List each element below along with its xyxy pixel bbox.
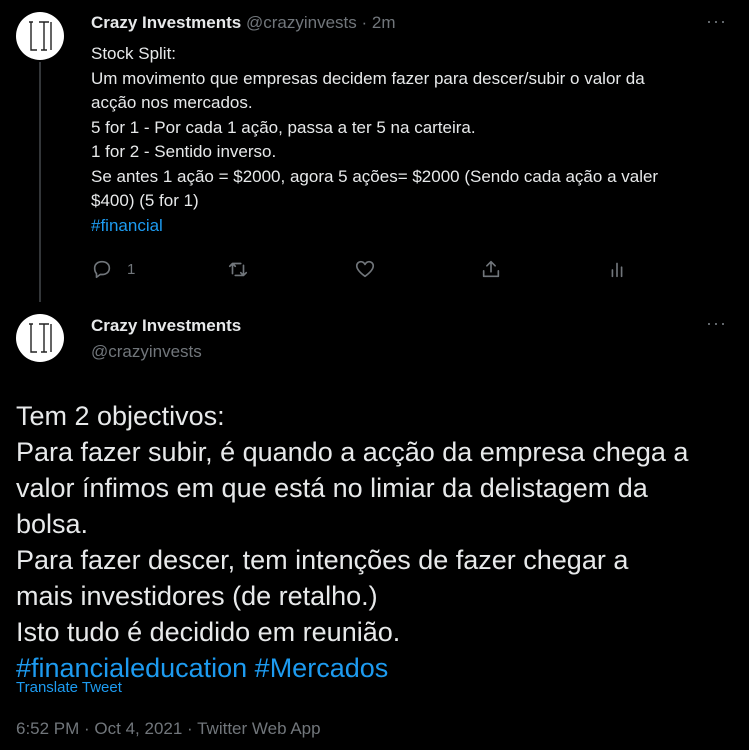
ci-logo-icon	[29, 323, 52, 353]
share-icon	[482, 260, 500, 278]
share-button[interactable]	[480, 258, 502, 280]
avatar[interactable]	[16, 12, 64, 60]
like-button[interactable]	[354, 258, 376, 280]
tweet-timestamp-source[interactable]: 6:52 PM · Oct 4, 2021 · Twitter Web App	[16, 719, 321, 739]
author-handle[interactable]: @crazyinvests	[246, 13, 357, 32]
tweet-text-line: Isto tudo é decidido em reunião.	[16, 617, 401, 647]
tweet-text-line: Tem 2 objectivos:	[16, 401, 225, 431]
hashtag-links[interactable]: #financialeducation #Mercados	[16, 650, 741, 686]
ci-logo-icon	[29, 21, 52, 51]
tweet-text-line: bolsa.	[16, 509, 89, 539]
tweet-text-line: Para fazer subir, é quando a acção da em…	[16, 437, 689, 467]
tweet-text-line: $400) (5 for 1)	[91, 191, 199, 210]
tweet-text-line: 1 for 2 - Sentido inverso.	[91, 142, 277, 161]
tweet-text-line: 5 for 1 - Por cada 1 ação, passa a ter 5…	[91, 117, 476, 137]
analytics-icon	[611, 262, 623, 278]
tweet-text-line: Para fazer descer, tem intenções de faze…	[16, 545, 629, 575]
tweet-text: Tem 2 objectivos: Para fazer subir, é qu…	[16, 398, 741, 686]
tweet-text-line: Um movimento que empresas decidem fazer …	[91, 68, 645, 88]
retweet-icon	[228, 262, 248, 277]
author-handle[interactable]: @crazyinvests	[91, 342, 202, 362]
separator: ·	[361, 13, 368, 32]
reply-count: 1	[127, 260, 136, 278]
avatar[interactable]	[16, 314, 64, 362]
tweet-text-line: valor ínfimos em que está no limiar da d…	[16, 473, 648, 503]
author-name[interactable]: Crazy Investments	[91, 13, 241, 32]
thread-line	[39, 62, 41, 302]
tweet-time[interactable]: 2m	[372, 13, 396, 32]
author-name[interactable]: Crazy Investments	[91, 316, 241, 336]
tweet-text-line: Se antes 1 ação = $2000, agora 5 ações= …	[91, 166, 659, 186]
translate-tweet-link[interactable]: Translate Tweet	[16, 679, 122, 696]
hashtag-link[interactable]: #financial	[91, 214, 731, 239]
tweet-text: Stock Split: Um movimento que empresas d…	[91, 42, 731, 238]
retweet-button[interactable]	[227, 258, 249, 280]
analytics-button[interactable]	[606, 258, 628, 280]
reply-icon	[93, 260, 111, 279]
more-options-button[interactable]: ···	[706, 313, 727, 334]
more-options-button[interactable]: ···	[706, 11, 727, 32]
heart-icon	[355, 260, 375, 278]
tweet-text-line: Stock Split:	[91, 44, 177, 63]
tweet-text-line: mais investidores (de retalho.)	[16, 581, 378, 611]
tweet-actions: 1	[91, 258, 651, 282]
tweet-text-line: acção nos mercados.	[91, 93, 253, 112]
reply-button[interactable]: 1	[91, 258, 135, 280]
tweet-header: Crazy Investments @crazyinvests · 2m	[91, 13, 396, 33]
